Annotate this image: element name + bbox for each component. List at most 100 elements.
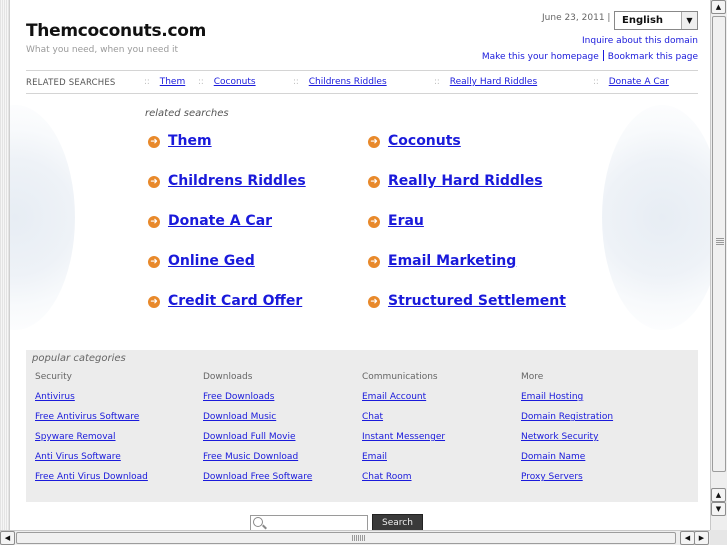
chevron-down-icon[interactable]: ▼	[681, 12, 697, 29]
left-page-gutter	[0, 0, 10, 530]
site-tagline: What you need, when you need it	[26, 45, 179, 55]
related-searches-heading: related searches	[145, 108, 229, 119]
category-column-communications: Communications Email Account Chat Instan…	[362, 372, 522, 492]
related-link-item: ➜ Structured Settlement	[368, 293, 566, 309]
category-link[interactable]: Network Security	[521, 432, 681, 452]
related-bar-link-really-hard-riddles[interactable]: Really Hard Riddles	[450, 77, 537, 87]
category-link[interactable]: Free Music Download	[203, 452, 363, 472]
scroll-left-icon[interactable]: ◀	[680, 531, 695, 545]
category-link[interactable]: Domain Registration	[521, 412, 681, 432]
decorative-sphere-right	[602, 105, 710, 330]
vertical-scrollbar[interactable]: ▲ ▲ ▼	[710, 0, 727, 530]
popular-categories-title: popular categories	[32, 353, 126, 364]
category-heading: Security	[35, 372, 72, 382]
related-bar-link-coconuts[interactable]: Coconuts	[214, 77, 256, 87]
language-select[interactable]: English ▼	[614, 11, 698, 30]
related-link-structured-settlement[interactable]: Structured Settlement	[388, 293, 566, 309]
search-input[interactable]	[250, 515, 368, 530]
related-link-credit-card-offer[interactable]: Credit Card Offer	[168, 293, 302, 309]
category-link[interactable]: Domain Name	[521, 452, 681, 472]
category-link[interactable]: Email	[362, 452, 522, 472]
search-icon	[253, 517, 263, 527]
category-link[interactable]: Download Free Software	[203, 472, 363, 492]
arrow-bullet-icon: ➜	[368, 176, 380, 188]
arrow-bullet-icon: ➜	[148, 136, 160, 148]
scroll-up-icon[interactable]: ▲	[711, 488, 726, 502]
bookmark-link[interactable]: Bookmark this page	[608, 52, 698, 62]
category-link[interactable]: Email Hosting	[521, 392, 681, 412]
category-link[interactable]: Download Music	[203, 412, 363, 432]
arrow-bullet-icon: ➜	[368, 136, 380, 148]
category-link[interactable]: Anti Virus Software	[35, 452, 195, 472]
category-link[interactable]: Instant Messenger	[362, 432, 522, 452]
related-link-email-marketing[interactable]: Email Marketing	[388, 253, 516, 269]
date-text: June 23, 2011 |	[542, 13, 611, 23]
related-bar-item: :: Childrens Riddles	[293, 77, 387, 87]
arrow-bullet-icon: ➜	[368, 296, 380, 308]
related-bar-item: :: Donate A Car	[593, 77, 669, 87]
category-link[interactable]: Free Anti Virus Download	[35, 472, 195, 492]
related-link-really-hard-riddles[interactable]: Really Hard Riddles	[388, 173, 543, 189]
category-link[interactable]: Free Antivirus Software	[35, 412, 195, 432]
horizontal-scrollbar[interactable]: ◀ ◀ ▶	[0, 530, 710, 545]
scroll-down-icon[interactable]: ▼	[711, 502, 726, 516]
arrow-bullet-icon: ➜	[148, 176, 160, 188]
category-link[interactable]: Chat	[362, 412, 522, 432]
related-bar-item: :: Them	[144, 77, 186, 87]
related-link-donate-a-car[interactable]: Donate A Car	[168, 213, 272, 229]
related-link-item: ➜ Really Hard Riddles	[368, 173, 543, 189]
vertical-scroll-thumb[interactable]	[712, 16, 726, 472]
related-bar-item: :: Really Hard Riddles	[434, 77, 538, 87]
inquire-domain-link[interactable]: Inquire about this domain	[582, 36, 698, 46]
category-column-downloads: Downloads Free Downloads Download Music …	[203, 372, 363, 492]
horizontal-scroll-thumb[interactable]	[16, 532, 676, 544]
category-link[interactable]: Antivirus	[35, 392, 195, 412]
category-link[interactable]: Spyware Removal	[35, 432, 195, 452]
header-links: Make this your homepage Bookmark this pag…	[482, 50, 698, 62]
related-link-childrens-riddles[interactable]: Childrens Riddles	[168, 173, 306, 189]
related-link-item: ➜ Donate A Car	[148, 213, 272, 229]
category-link[interactable]: Chat Room	[362, 472, 522, 492]
arrow-bullet-icon: ➜	[148, 216, 160, 228]
arrow-bullet-icon: ➜	[148, 256, 160, 268]
related-bar-link-donate-a-car[interactable]: Donate A Car	[609, 77, 669, 87]
category-column-security: Security Antivirus Free Antivirus Softwa…	[35, 372, 195, 492]
related-bar-link-childrens-riddles[interactable]: Childrens Riddles	[309, 77, 387, 87]
arrow-bullet-icon: ➜	[368, 216, 380, 228]
related-bar-item: :: Coconuts	[198, 77, 256, 87]
category-link[interactable]: Proxy Servers	[521, 472, 681, 492]
category-heading: Downloads	[203, 372, 253, 382]
site-title: Themcoconuts.com	[26, 21, 207, 41]
related-searches-bar-title: RELATED SEARCHES	[26, 78, 116, 88]
related-link-them[interactable]: Them	[168, 133, 212, 149]
search-button[interactable]: Search	[372, 514, 423, 530]
related-link-item: ➜ Childrens Riddles	[148, 173, 306, 189]
related-link-online-ged[interactable]: Online Ged	[168, 253, 255, 269]
related-link-coconuts[interactable]: Coconuts	[388, 133, 461, 149]
category-link[interactable]: Free Downloads	[203, 392, 363, 412]
arrow-bullet-icon: ➜	[368, 256, 380, 268]
related-link-item: ➜ Email Marketing	[368, 253, 516, 269]
related-link-item: ➜ Coconuts	[368, 133, 461, 149]
scroll-left-icon[interactable]: ◀	[0, 531, 15, 545]
scroll-up-icon[interactable]: ▲	[711, 0, 726, 14]
grip-icon	[716, 237, 724, 245]
related-link-item: ➜ Credit Card Offer	[148, 293, 302, 309]
related-link-item: ➜ Online Ged	[148, 253, 255, 269]
language-select-value: English	[622, 15, 664, 26]
decorative-sphere-left	[10, 105, 75, 330]
related-searches-bar: RELATED SEARCHES :: Them :: Coconuts :: Chi…	[26, 70, 698, 94]
related-bar-link-them[interactable]: Them	[160, 77, 186, 87]
category-column-more: More Email Hosting Domain Registration N…	[521, 372, 681, 492]
related-link-item: ➜ Erau	[368, 213, 424, 229]
category-link[interactable]: Download Full Movie	[203, 432, 363, 452]
related-link-erau[interactable]: Erau	[388, 213, 424, 229]
category-link[interactable]: Email Account	[362, 392, 522, 412]
parked-domain-page: Themcoconuts.com What you need, when you…	[10, 0, 710, 530]
popular-categories-panel: popular categories Security Antivirus Fr…	[26, 350, 698, 502]
scroll-right-icon[interactable]: ▶	[694, 531, 709, 545]
grip-icon	[352, 535, 366, 541]
arrow-bullet-icon: ➜	[148, 296, 160, 308]
category-heading: More	[521, 372, 544, 382]
make-homepage-link[interactable]: Make this your homepage	[482, 52, 599, 62]
